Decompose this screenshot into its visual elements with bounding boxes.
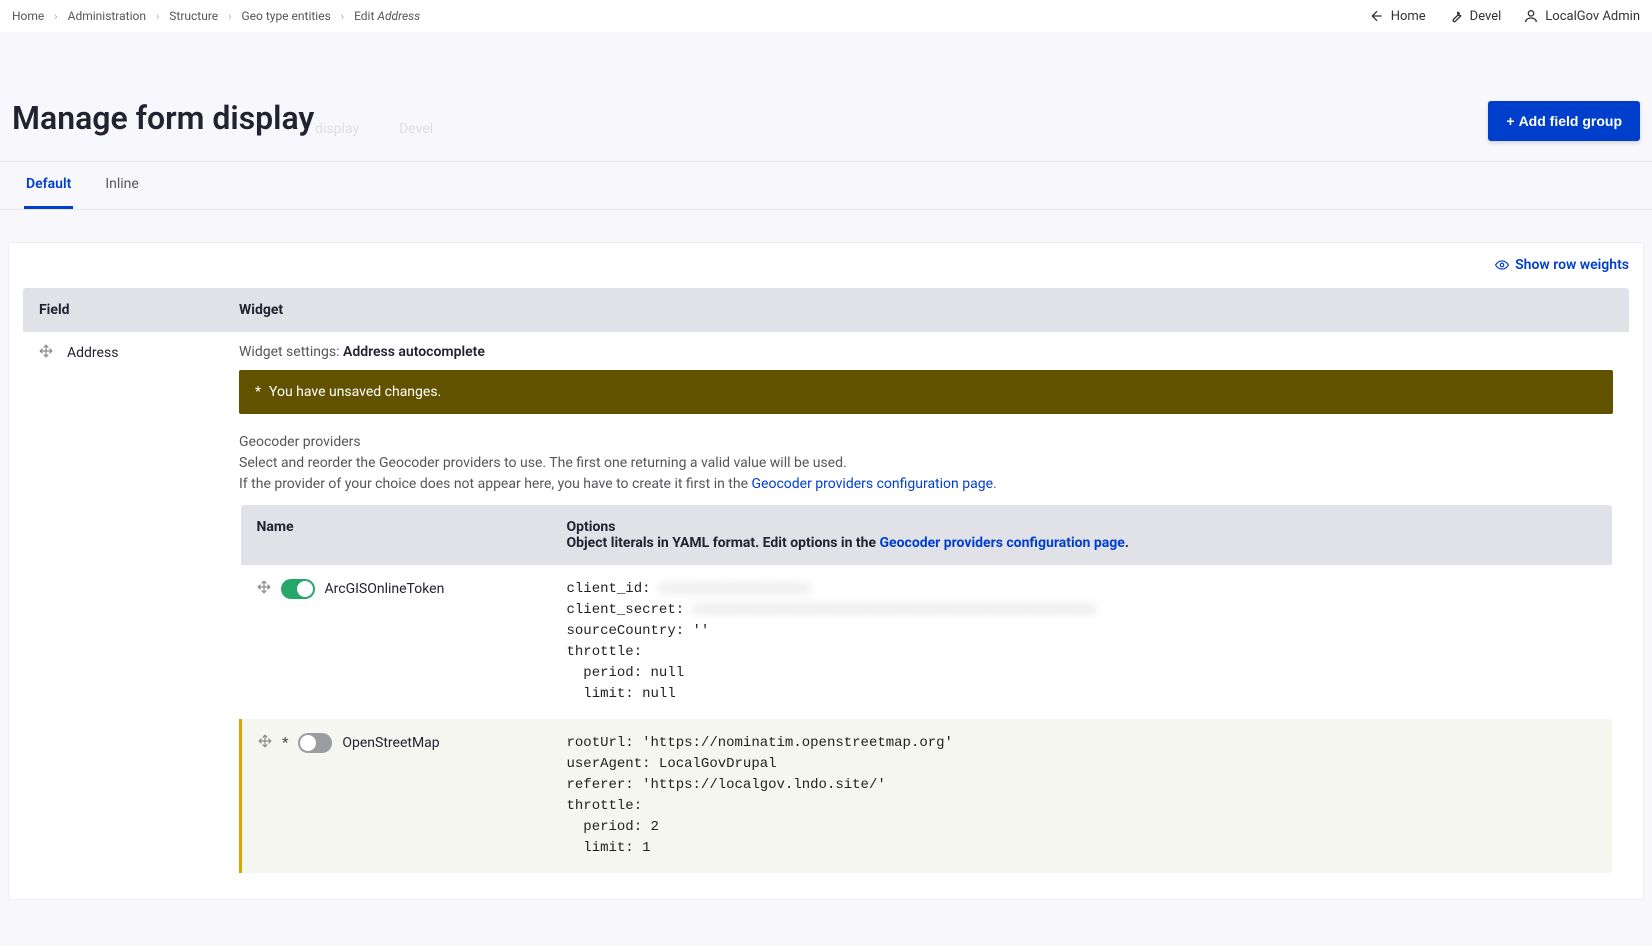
provider-row-osm: * OpenStreetMap rootUrl: 'https://nomina…	[241, 719, 1612, 873]
provider-header-name: Name	[241, 505, 551, 565]
show-row-weights-link[interactable]: Show row weights	[1495, 257, 1629, 273]
topbar-devel-link[interactable]: Devel	[1448, 8, 1502, 24]
topbar-home-link[interactable]: Home	[1369, 8, 1426, 24]
user-icon	[1523, 8, 1539, 24]
provider-header-config-link[interactable]: Geocoder providers configuration page	[880, 535, 1125, 551]
breadcrumb-administration[interactable]: Administration	[68, 9, 146, 23]
provider-options-osm: rootUrl: 'https://nominatim.openstreetma…	[567, 733, 1596, 859]
breadcrumb-current: Edit Address	[354, 9, 420, 23]
provider-toggle-arcgis[interactable]	[281, 579, 315, 599]
asterisk-icon: *	[255, 384, 261, 400]
provider-toggle-osm[interactable]	[298, 733, 332, 753]
providers-config-link[interactable]: Geocoder providers configuration page	[752, 476, 994, 492]
tab-inline[interactable]: Inline	[103, 162, 141, 209]
wrench-icon	[1448, 8, 1464, 24]
drag-handle-icon[interactable]	[258, 734, 272, 752]
drag-handle-icon[interactable]	[257, 580, 271, 598]
widget-name: Address autocomplete	[343, 344, 485, 360]
show-row-weights: Show row weights	[23, 257, 1629, 276]
providers-intro: Geocoder providers Select and reorder th…	[239, 432, 1613, 495]
field-table: Field Widget Address Widget settings: Ad…	[23, 288, 1629, 885]
secondary-tabs: Default Inline	[0, 162, 1652, 210]
content-panel: Show row weights Field Widget Address Wi…	[8, 242, 1644, 900]
plus-icon: +	[1506, 113, 1514, 129]
provider-name: OpenStreetMap	[342, 735, 439, 751]
breadcrumb-geo-type-entities[interactable]: Geo type entities	[241, 9, 330, 23]
chevron-right-icon: ›	[341, 10, 344, 23]
provider-row-arcgis: ArcGISOnlineToken client_id: xxxxxxxxxxx…	[241, 565, 1612, 719]
topbar: Home › Administration › Structure › Geo …	[0, 0, 1652, 32]
field-header-field: Field	[23, 288, 223, 332]
breadcrumb-home[interactable]: Home	[12, 9, 44, 23]
eye-icon	[1495, 258, 1509, 272]
page-title: Manage form display	[12, 99, 314, 141]
topbar-user-link[interactable]: LocalGov Admin	[1523, 8, 1640, 24]
tab-default[interactable]: Default	[24, 162, 73, 209]
page-header: Manage form display Manage display Devel…	[0, 32, 1652, 162]
field-row-address: Address Widget settings: Address autocom…	[23, 332, 1629, 885]
chevron-right-icon: ›	[228, 10, 231, 23]
field-name: Address	[67, 345, 118, 361]
field-header-widget: Widget	[223, 288, 1629, 332]
provider-table: Name Options Object literals in YAML for…	[239, 505, 1613, 873]
back-arrow-icon	[1369, 8, 1385, 24]
chevron-right-icon: ›	[156, 10, 159, 23]
breadcrumb-structure[interactable]: Structure	[169, 9, 218, 23]
provider-name: ArcGISOnlineToken	[325, 581, 445, 597]
drag-handle-icon[interactable]	[39, 344, 53, 362]
topbar-right: Home Devel LocalGov Admin	[1369, 8, 1640, 24]
widget-settings-label: Widget settings:	[239, 344, 343, 360]
provider-header-options: Options Object literals in YAML format. …	[551, 505, 1612, 565]
provider-options-arcgis: client_id: xxxxxxxxxxxxxxxxxx client_sec…	[567, 579, 1595, 705]
add-field-group-button[interactable]: + Add field group	[1488, 101, 1640, 141]
unsaved-changes-warning: * You have unsaved changes.	[239, 370, 1613, 414]
changed-asterisk-icon: *	[282, 735, 288, 751]
breadcrumb: Home › Administration › Structure › Geo …	[12, 9, 420, 23]
chevron-right-icon: ›	[54, 10, 57, 23]
